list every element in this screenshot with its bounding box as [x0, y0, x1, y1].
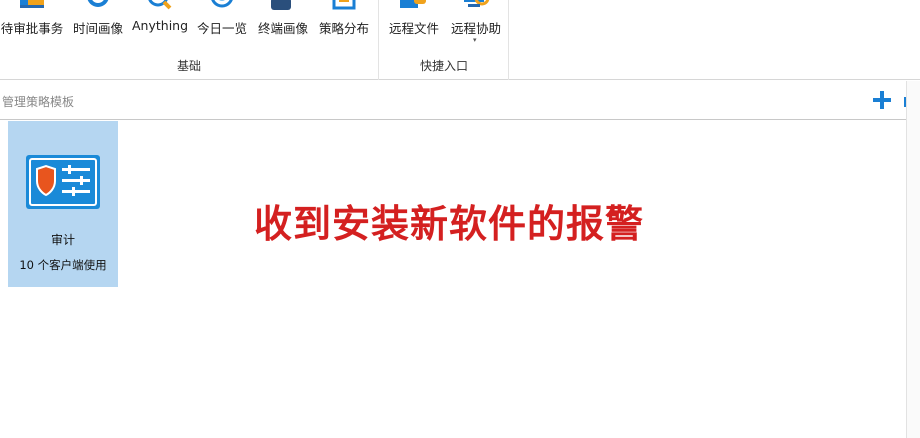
remote-file-label: 远程文件: [388, 21, 439, 36]
terminal-profile-button[interactable]: 终端画像: [254, 0, 312, 58]
policy-distribution-button[interactable]: 策略分布: [314, 0, 374, 58]
remote-assist-label: 远程协助: [450, 21, 501, 36]
audit-policy-icon: [26, 155, 100, 209]
policy-icon: [330, 0, 358, 10]
ribbon: 待审批事务 时间画像 Anything 今日一览 终端画像 策略分布 基础 远程…: [0, 0, 920, 80]
user-icon: [269, 0, 297, 10]
search-icon: [146, 0, 174, 10]
terminal-profile-label: 终端画像: [257, 21, 308, 36]
chevron-down-icon[interactable]: ▾: [473, 36, 477, 44]
alert-caption: 收到安装新软件的报警: [254, 202, 645, 246]
ribbon-group-quick-access: 远程文件 远程协助 ▾ 快捷入口: [380, 0, 509, 80]
today-overview-button[interactable]: 今日一览: [192, 0, 252, 58]
clock-icon: [84, 0, 112, 10]
time-profile-button[interactable]: 时间画像: [66, 0, 130, 58]
vertical-scrollbar[interactable]: [906, 81, 920, 438]
remote-assist-icon: [462, 0, 490, 10]
today-overview-label: 今日一览: [196, 21, 247, 36]
policy-distribution-label: 策略分布: [318, 21, 369, 36]
remote-file-button[interactable]: 远程文件: [384, 0, 444, 58]
overview-icon: [208, 0, 236, 10]
card-title: 审计: [50, 233, 75, 247]
approval-icon: [18, 0, 46, 10]
ribbon-group-quick-access-label: 快捷入口: [419, 59, 468, 73]
card-client-count: 10 个客户端使用: [19, 258, 107, 272]
anything-button[interactable]: Anything: [132, 0, 188, 58]
time-profile-label: 时间画像: [72, 21, 123, 36]
anything-label: Anything: [132, 18, 189, 33]
plus-icon[interactable]: [871, 89, 893, 111]
ribbon-group-basic: 待审批事务 时间画像 Anything 今日一览 终端画像 策略分布 基础: [0, 0, 379, 80]
folder-icon: [400, 0, 428, 10]
pending-approval-button[interactable]: 待审批事务: [0, 0, 64, 58]
template-toolbar: 管理策略模板: [0, 81, 920, 120]
pending-approval-label: 待审批事务: [0, 21, 64, 36]
remote-assist-button[interactable]: 远程协助 ▾: [446, 0, 506, 58]
template-section-title: 管理策略模板: [2, 95, 75, 109]
ribbon-group-basic-label: 基础: [176, 59, 201, 73]
policy-template-card-audit[interactable]: 审计 10 个客户端使用: [8, 121, 118, 287]
